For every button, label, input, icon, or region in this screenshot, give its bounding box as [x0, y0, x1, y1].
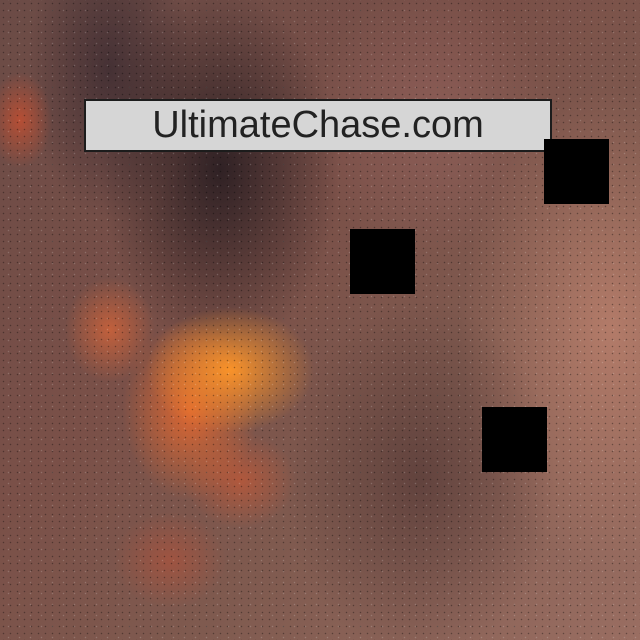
occlusion-square [544, 139, 609, 204]
occlusion-square [350, 229, 415, 294]
watermark-text: UltimateChase.com [152, 104, 484, 146]
fire-smoke-photo: UltimateChase.com [0, 0, 640, 640]
film-grain-overlay [0, 0, 640, 640]
watermark-banner: UltimateChase.com [84, 99, 552, 152]
occlusion-square [482, 407, 547, 472]
